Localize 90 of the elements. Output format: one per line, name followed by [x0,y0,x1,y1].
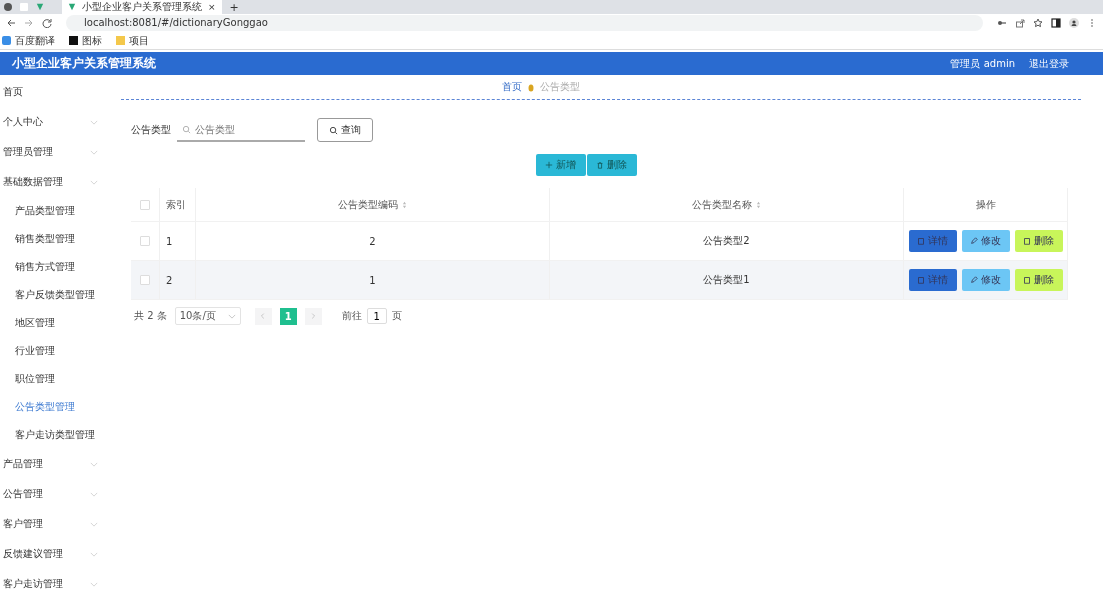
user-label: 管理员 admin [950,56,1015,71]
sidebar-item[interactable]: 首页 [0,77,110,107]
sidebar-item[interactable]: 个人中心 [0,107,110,137]
checkbox[interactable] [140,199,150,210]
column-title: 公告类型名称 [692,197,752,212]
sidebar-item[interactable]: 客户反馈类型管理 [0,281,110,309]
table-cell: 2 [166,274,173,286]
sidebar-item[interactable]: 产品类型管理 [0,197,110,225]
search-button[interactable]: 查询 [317,118,373,142]
leaf-icon [68,3,76,11]
search-field[interactable]: 公告类型 [177,118,305,142]
sidebar-item[interactable]: 反馈建议管理 [0,539,110,569]
pencil-icon [970,276,978,284]
pencil-icon [970,237,978,245]
sidebar-item[interactable]: 基础数据管理 [0,167,110,197]
column-title: 操作 [975,197,996,212]
sidebar-item[interactable]: 行业管理 [0,337,110,365]
separator-icon [528,82,534,92]
chevron-icon [90,149,98,155]
table-cell: 1 [369,274,376,286]
goto-label: 前往 [341,309,362,323]
key-icon[interactable] [997,18,1007,28]
search-icon [182,125,191,134]
page-number-field[interactable]: 1 [366,308,387,324]
star-icon[interactable] [1033,18,1043,28]
delete-button[interactable]: 删除 [1014,230,1063,252]
plus-icon [545,161,553,169]
checkbox[interactable] [140,275,150,285]
document-icon [917,276,925,284]
table-cell: 1 [166,235,173,247]
new-tab-button[interactable]: + [229,1,239,13]
sort-icon[interactable] [756,200,761,209]
search-label: 公告类型 [131,123,171,137]
table-cell: 公告类型2 [703,234,750,248]
edit-button[interactable]: 修改 [961,230,1010,252]
logout-link[interactable]: 退出登录 [1029,56,1069,71]
sidebar-item[interactable]: 客户管理 [0,509,110,539]
checkbox[interactable] [140,236,150,246]
total-count: 共 2 条 [134,309,167,323]
table-cell: 公告类型1 [703,273,750,287]
sidebar-item[interactable]: 地区管理 [0,309,110,337]
breadcrumb-item[interactable]: 首页 [502,80,522,94]
chevron-icon [90,581,98,587]
table-cell: 2 [369,235,376,247]
profile-icon[interactable] [1069,18,1079,28]
browser-tab[interactable]: 小型企业客户关系管理系统 × [62,0,222,14]
sidebar-item[interactable]: 客户走访类型管理 [0,421,110,449]
app-title: 小型企业客户关系管理系统 [12,55,157,72]
address-bar[interactable]: localhost:8081/#/dictionaryGonggao [66,15,983,31]
reload-icon[interactable] [42,18,52,28]
previous-page-button[interactable] [254,307,272,325]
share-icon[interactable] [1015,18,1025,28]
search-icon [329,125,338,135]
column-header[interactable]: 公告类型编码 [196,188,550,221]
sidebar-item[interactable]: 公告类型管理 [0,393,110,421]
chevron-icon [90,491,98,497]
sort-icon[interactable] [402,200,407,209]
bookmark[interactable]: 百度翻译 [2,33,55,48]
bookmark[interactable]: 项目 [116,33,149,48]
column-header[interactable]: 公告类型名称 [550,188,904,221]
sidebar-item[interactable]: 产品管理 [0,449,110,479]
add-button[interactable]: 新增 [535,154,586,176]
breadcrumb-item: 公告类型 [540,80,580,94]
edit-button[interactable]: 修改 [961,269,1010,291]
back-icon[interactable] [6,18,16,28]
delete-button[interactable]: 删除 [586,154,637,176]
sidebar-item[interactable]: 管理员管理 [0,137,110,167]
page-suffix: 页 [391,309,402,323]
leaf-icon[interactable] [36,3,44,11]
bookmark[interactable]: 图标 [69,33,102,48]
chevron-icon [90,119,98,125]
forward-icon[interactable] [24,18,34,28]
sidebar-item[interactable]: 销售方式管理 [0,253,110,281]
chevron-icon [227,313,236,319]
column-title: 公告类型编码 [338,197,398,212]
delete-button[interactable]: 删除 [1014,269,1063,291]
sidebar-item[interactable]: 公告管理 [0,479,110,509]
page-size-select[interactable]: 10条/页 [174,307,241,325]
sidebar-item[interactable]: 客户走访管理 [0,569,110,599]
chevron-icon [90,179,98,185]
sidebar-icon[interactable] [1051,18,1061,28]
sidebar-item[interactable]: 销售类型管理 [0,225,110,253]
document-icon [917,237,925,245]
chevron-icon [90,551,98,557]
chevron-icon [90,521,98,527]
chevron-icon [90,461,98,467]
chevron-right-icon [309,312,318,320]
next-page-button[interactable] [304,307,322,325]
column-title: 索引 [166,197,186,212]
sidebar-item[interactable]: 职位管理 [0,365,110,393]
